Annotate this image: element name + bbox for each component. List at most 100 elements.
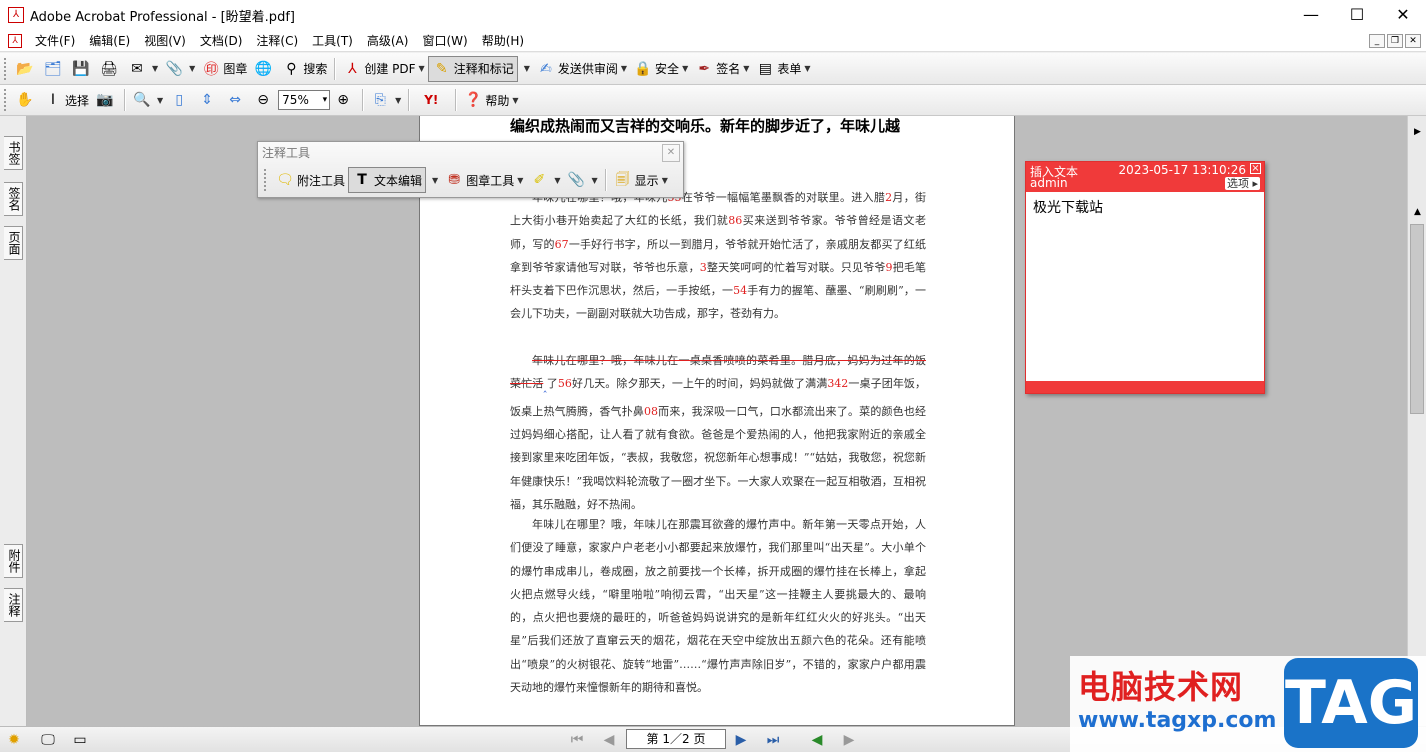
doc-restore-button[interactable]: ❐ <box>1387 34 1403 48</box>
note-options-button[interactable]: 选项 ▸ <box>1224 177 1260 190</box>
toolbar-grip[interactable] <box>4 89 8 111</box>
toolbar-grip[interactable] <box>264 169 268 191</box>
attach-button[interactable]: 📎 ▼ <box>161 56 198 82</box>
tab-comments[interactable]: 注释 <box>4 588 23 622</box>
yahoo-button[interactable]: Y! <box>413 87 451 113</box>
fit-width-button[interactable]: ⇔ <box>222 87 250 113</box>
stamp-tool-label: 图章工具 <box>466 173 515 188</box>
next-view-icon[interactable]: ▶ <box>838 730 860 750</box>
chevron-down-icon: ▼ <box>432 175 439 185</box>
open-button[interactable]: 📂 <box>12 56 40 82</box>
actual-size-button[interactable]: ▯ <box>166 87 194 113</box>
send-review-button[interactable]: ✍ 发送供审阅 ▼ <box>533 56 630 82</box>
first-page-icon[interactable]: ⏮ <box>566 730 588 750</box>
vertical-scrollbar[interactable]: ▶ ▲ <box>1407 116 1426 726</box>
email-icon: ✉ <box>131 60 143 77</box>
chevron-down-icon: ▼ <box>512 95 519 105</box>
menu-help[interactable]: 帮助(H) <box>475 30 531 52</box>
zoom-in-button[interactable]: ⊕ <box>330 87 358 113</box>
window-title: Adobe Acrobat Professional - [盼望着.pdf] <box>30 9 295 25</box>
attach-file-tool-button[interactable]: 📎 ▼ <box>564 167 601 193</box>
note-tool-button[interactable]: 🗨 附注工具 <box>272 167 348 193</box>
page-number-field[interactable]: 第 1／2 页 <box>626 729 726 749</box>
next-page-icon[interactable]: ▶ <box>730 730 752 750</box>
tab-pages[interactable]: 页面 <box>4 226 23 260</box>
maximize-button[interactable]: ☐ <box>1334 0 1380 30</box>
search-label: 搜索 <box>303 62 328 76</box>
hand-tool-button[interactable]: ✋ <box>12 87 40 113</box>
minus-circle-icon: ⊖ <box>257 92 270 108</box>
tab-attachments[interactable]: 附件 <box>4 544 23 578</box>
sign-button[interactable]: ✒ 签名 ▼ <box>691 56 752 82</box>
previous-view-icon[interactable]: ◀ <box>806 730 828 750</box>
monitor-icon[interactable]: 🖵 <box>38 730 58 750</box>
print-button[interactable]: 🖨 <box>96 56 124 82</box>
snapshot-button[interactable]: 📷 <box>92 87 120 113</box>
doc-close-button[interactable]: ✕ <box>1405 34 1421 48</box>
scrollbar-thumb[interactable] <box>1410 224 1424 414</box>
fit-width-icon: ⇔ <box>229 92 242 108</box>
menu-comments[interactable]: 注释(C) <box>249 30 305 52</box>
web-button[interactable]: 🌐 <box>250 56 278 82</box>
document-icon[interactable]: ⅄ <box>8 33 22 48</box>
comment-popup-note[interactable]: 插入文本 admin 2023-05-17 13:10:26 × 选项 ▸ 极光… <box>1025 161 1265 394</box>
chevron-down-icon: ▼ <box>189 64 196 73</box>
select-label: 选择 <box>65 93 90 108</box>
search-button[interactable]: ⚲ 搜索 <box>278 56 330 82</box>
pdf-page[interactable]: 编织成热闹而又吉祥的交响乐。新年的脚步近了，年味儿越 年味儿在哪里？哦，年味儿5… <box>419 116 1015 726</box>
stamp-tool-button[interactable]: ⛃ 图章工具 ▼ <box>441 167 526 193</box>
close-button[interactable]: ✕ <box>1380 0 1426 30</box>
scroll-up-arrow-icon[interactable]: ▲ <box>1408 204 1426 220</box>
page-view-icon[interactable]: ▭ <box>70 730 90 750</box>
menu-window[interactable]: 窗口(W) <box>415 30 474 52</box>
menu-edit[interactable]: 编辑(E) <box>82 30 137 52</box>
binoculars-icon: ⚲ <box>286 60 297 77</box>
highlighter-icon: ✐ <box>533 172 546 188</box>
save-button[interactable]: 💾 <box>68 56 96 82</box>
text-edit-dropdown[interactable]: ▼ <box>426 167 441 193</box>
acrobat-app-icon: ⅄ <box>8 7 24 23</box>
doc-minimize-button[interactable]: _ <box>1369 34 1385 48</box>
show-button[interactable]: 🗐 显示 ▼ <box>610 167 671 193</box>
zoom-tool-button[interactable]: 🔍 ▼ <box>129 87 166 113</box>
palette-close-icon[interactable]: ✕ <box>662 144 680 162</box>
sun-icon[interactable]: ✹ <box>4 730 24 750</box>
select-tool-button[interactable]: Ⅰ 选择 <box>40 87 92 113</box>
menu-file[interactable]: 文件(F) <box>28 30 82 52</box>
form-icon: ▤ <box>758 60 772 77</box>
scroll-right-arrow-icon[interactable]: ▶ <box>1408 124 1426 140</box>
rotate-page-icon: ⎘ <box>374 92 386 108</box>
note-close-icon[interactable]: × <box>1250 163 1261 174</box>
minimize-button[interactable]: — <box>1288 0 1334 30</box>
note-content[interactable]: 极光下载站 <box>1026 192 1264 224</box>
email-button[interactable]: ✉ ▼ <box>124 56 161 82</box>
comment-markup-dropdown[interactable]: ▼ <box>518 56 533 82</box>
paragraph-1: 年味儿在哪里？哦，年味儿55在爷爷一幅幅笔墨飘香的对联里。进入腊2月，街上大街小… <box>510 191 927 321</box>
create-pdf-button[interactable]: ⅄ 创建 PDF ▼ <box>339 56 427 82</box>
fit-page-button[interactable]: ⇕ <box>194 87 222 113</box>
menu-advanced[interactable]: 高级(A) <box>360 30 416 52</box>
highlight-tool-button[interactable]: ✐ ▼ <box>526 167 563 193</box>
tab-bookmarks[interactable]: 书签 <box>4 136 23 170</box>
help-button[interactable]: ❓ 帮助 ▼ <box>460 87 521 113</box>
comment-markup-button[interactable]: ✎ 注释和标记 <box>427 55 518 82</box>
menu-view[interactable]: 视图(V) <box>137 30 193 52</box>
paperclip-icon: 📎 <box>567 172 586 188</box>
last-page-icon[interactable]: ⏭ <box>762 730 784 750</box>
previous-page-icon[interactable]: ◀ <box>598 730 620 750</box>
chevron-down-icon: ▼ <box>743 64 750 73</box>
menu-tools[interactable]: 工具(T) <box>305 30 360 52</box>
forms-button[interactable]: ▤ 表单 ▼ <box>752 56 813 82</box>
palette-title[interactable]: 注释工具 <box>258 142 683 164</box>
text-edit-button[interactable]: T 文本编辑 <box>348 167 427 193</box>
zoom-out-button[interactable]: ⊖ <box>250 87 278 113</box>
organizer-button[interactable]: 🗂 <box>40 56 68 82</box>
stamp-button[interactable]: ㊞图章 <box>198 56 250 82</box>
note-header[interactable]: 插入文本 admin 2023-05-17 13:10:26 × 选项 ▸ <box>1026 162 1264 192</box>
menu-document[interactable]: 文档(D) <box>193 30 250 52</box>
security-button[interactable]: 🔒 安全 ▼ <box>630 56 691 82</box>
zoom-level-select[interactable]: 75% <box>278 90 331 110</box>
rotate-view-button[interactable]: ⎘ ▼ <box>367 87 404 113</box>
tab-signatures[interactable]: 签名 <box>4 182 23 216</box>
toolbar-grip[interactable] <box>4 57 8 80</box>
